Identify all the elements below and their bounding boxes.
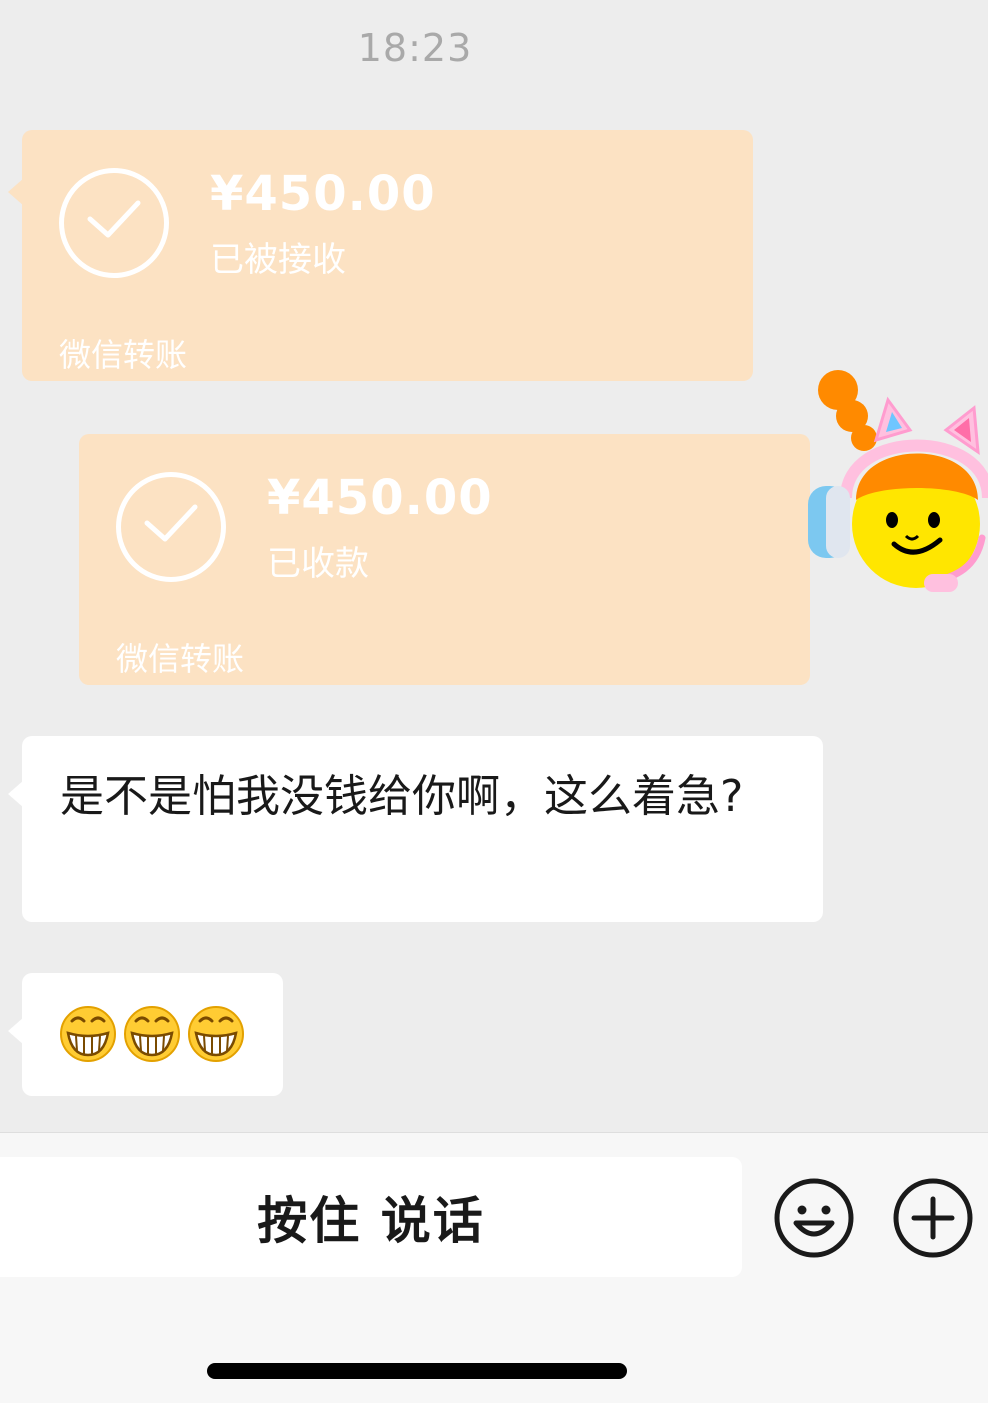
home-indicator[interactable] bbox=[207, 1363, 627, 1379]
transfer-amount: ¥450.00 bbox=[267, 470, 493, 526]
emoji-row bbox=[58, 1003, 246, 1063]
check-circle-icon bbox=[59, 168, 169, 278]
text-message-bubble[interactable]: 是不是怕我没钱给你啊，这么着急? bbox=[8, 736, 823, 922]
emoji-message-bubble[interactable] bbox=[8, 973, 283, 1096]
hold-to-talk-button[interactable]: 按住 说话 bbox=[0, 1157, 742, 1277]
transfer-amount: ¥450.00 bbox=[210, 166, 436, 222]
smiley-icon[interactable] bbox=[773, 1177, 855, 1259]
plus-circle-icon[interactable] bbox=[892, 1177, 974, 1259]
chat-screen: 18:23 ¥450.00 已被接收 微信转账 ¥450.00 已收款 微信转账 bbox=[0, 0, 988, 1403]
user-avatar[interactable] bbox=[806, 368, 988, 598]
grin-emoji-icon bbox=[188, 1006, 244, 1062]
transfer-label: 微信转账 bbox=[116, 640, 245, 678]
message-text: 是不是怕我没钱给你啊，这么着急? bbox=[60, 771, 744, 822]
chat-input-bar: 按住 说话 bbox=[0, 1132, 988, 1403]
check-circle-icon bbox=[116, 472, 226, 582]
transfer-label: 微信转账 bbox=[59, 336, 188, 374]
transfer-status: 已被接收 bbox=[210, 240, 346, 280]
message-timestamp: 18:23 bbox=[357, 26, 473, 70]
transfer-status: 已收款 bbox=[267, 544, 369, 584]
grin-emoji-icon bbox=[124, 1006, 180, 1062]
grin-emoji-icon bbox=[60, 1006, 116, 1062]
transfer-card-collected[interactable]: ¥450.00 已收款 微信转账 bbox=[79, 434, 810, 685]
transfer-card-received[interactable]: ¥450.00 已被接收 微信转账 bbox=[8, 130, 753, 381]
